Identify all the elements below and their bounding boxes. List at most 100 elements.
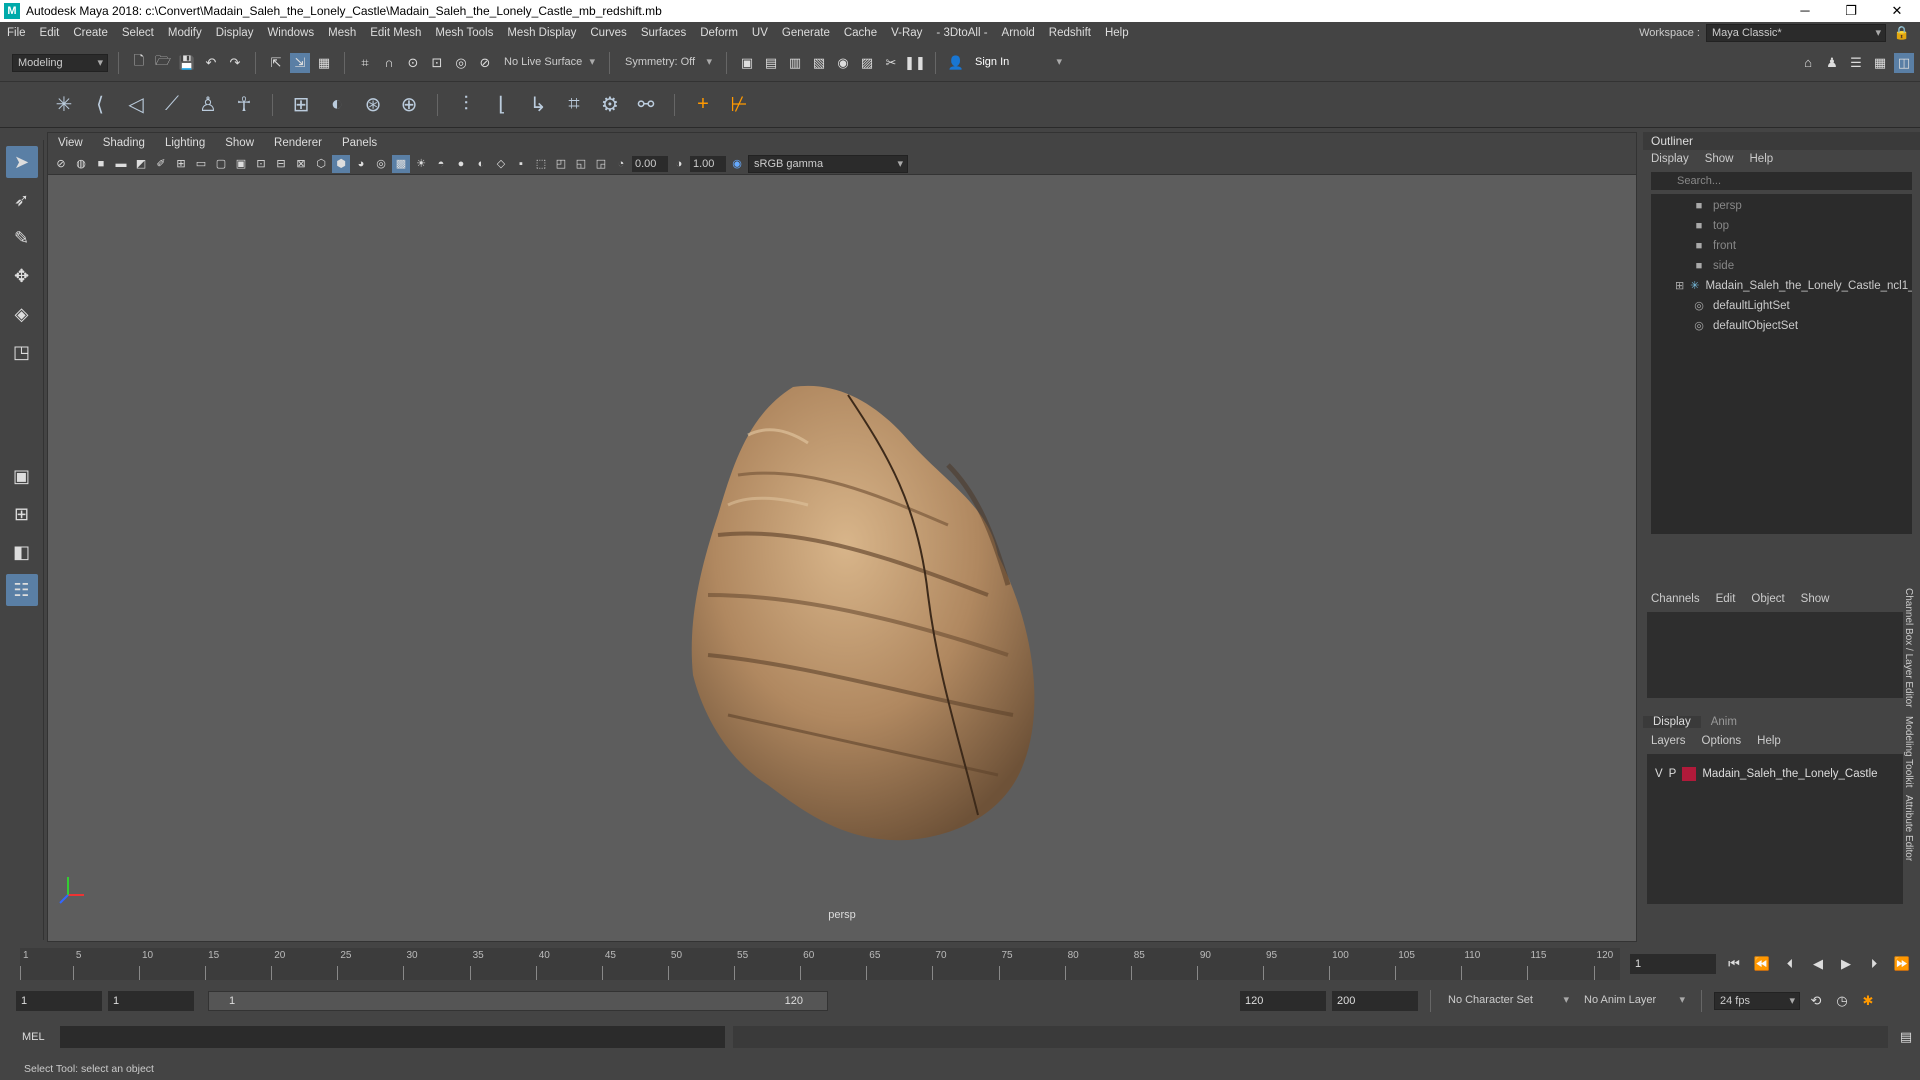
ik-spline-icon[interactable]: ◁ xyxy=(122,91,150,119)
xray-components-icon[interactable]: ◲ xyxy=(592,155,610,173)
lock-icon[interactable]: 🔒 xyxy=(1892,23,1912,43)
redshift-render-icon[interactable]: ✂ xyxy=(881,53,901,73)
menu-cache[interactable]: Cache xyxy=(837,27,884,39)
render-view-icon[interactable]: ▥ xyxy=(785,53,805,73)
select-tool-icon[interactable]: ➤ xyxy=(5,146,38,178)
channel-box-icon[interactable]: ▦ xyxy=(1870,53,1890,73)
single-perspective-layout-icon[interactable]: ▣ xyxy=(6,460,38,492)
menu-curves[interactable]: Curves xyxy=(583,27,633,39)
paint-select-tool-icon[interactable]: ✎ xyxy=(6,222,38,254)
menu-vray[interactable]: V-Ray xyxy=(884,27,929,39)
layer-menu-layers[interactable]: Layers xyxy=(1643,735,1694,747)
rock-model[interactable] xyxy=(48,175,1636,941)
tab-display[interactable]: Display xyxy=(1643,716,1701,728)
shadows-icon[interactable]: ◓ xyxy=(432,155,450,173)
wireframe-icon[interactable]: ⬡ xyxy=(312,155,330,173)
play-forward-icon[interactable]: ▶ xyxy=(1836,954,1856,974)
menu-3dtoall[interactable]: - 3DtoAll - xyxy=(929,27,994,39)
anim-prefs-icon[interactable]: ✱ xyxy=(1858,991,1878,1011)
anim-layer-select[interactable]: No Anim Layer xyxy=(1579,992,1689,1010)
menu-surfaces[interactable]: Surfaces xyxy=(634,27,693,39)
safe-action-icon[interactable]: ⊟ xyxy=(272,155,290,173)
exposure-icon[interactable]: ◔ xyxy=(612,155,630,173)
menu-set-select[interactable]: Modeling xyxy=(12,53,108,72)
use-all-lights-icon[interactable]: ☀ xyxy=(412,155,430,173)
snap-point-icon[interactable]: ⊙ xyxy=(403,53,423,73)
camera-select-icon[interactable]: ⊘ xyxy=(52,155,70,173)
lattice-icon[interactable]: ⊞ xyxy=(287,91,315,119)
attribute-editor-icon[interactable]: ♟ xyxy=(1822,53,1842,73)
color-management-icon[interactable]: ◉ xyxy=(728,155,746,173)
new-scene-icon[interactable]: 🗋 xyxy=(129,53,149,73)
outliner-layout-icon[interactable]: ☷ xyxy=(5,574,38,606)
snap-curve-icon[interactable]: ∩ xyxy=(379,53,399,73)
ik-handle-icon[interactable]: ⟨ xyxy=(86,91,114,119)
outliner-item-defaultlightset[interactable]: ◎ defaultLightSet xyxy=(1651,296,1912,316)
viewport-menu-panels[interactable]: Panels xyxy=(332,137,387,149)
redo-icon[interactable]: ↷ xyxy=(225,53,245,73)
gate-mask-icon[interactable]: ▣ xyxy=(232,155,250,173)
fps-select[interactable]: 24 fps xyxy=(1714,992,1800,1010)
auto-key-icon[interactable]: ◷ xyxy=(1832,991,1852,1011)
isolate-select-icon[interactable]: ⬚ xyxy=(532,155,550,173)
viewport-menu-view[interactable]: View xyxy=(48,137,93,149)
parent-constraint-icon[interactable]: + xyxy=(689,91,717,119)
menu-select[interactable]: Select xyxy=(115,27,161,39)
layer-color-swatch[interactable] xyxy=(1682,767,1697,781)
time-ruler[interactable]: 1 5 10 15 20 25 30 35 40 45 50 55 60 65 70 75 80 85 90 95 10… xyxy=(20,948,1620,980)
ipr-render-icon[interactable]: ▧ xyxy=(809,53,829,73)
viewport-menu-show[interactable]: Show xyxy=(215,137,264,149)
smooth-bind-icon[interactable]: ⌊ xyxy=(488,91,516,119)
outliner-item-persp[interactable]: ■ persp xyxy=(1651,196,1912,216)
camera-attributes-icon[interactable]: ◍ xyxy=(72,155,90,173)
menu-edit-mesh[interactable]: Edit Mesh xyxy=(363,27,428,39)
snap-surface-icon[interactable]: ◎ xyxy=(451,53,471,73)
gamma-field[interactable]: 1.00 xyxy=(690,155,726,172)
undo-icon[interactable]: ↶ xyxy=(201,53,221,73)
outliner-menu-display[interactable]: Display xyxy=(1643,153,1697,165)
menu-modify[interactable]: Modify xyxy=(161,27,209,39)
snap-grid-icon[interactable]: ⌗ xyxy=(355,53,375,73)
symmetry-select[interactable]: Symmetry: Off xyxy=(620,53,716,72)
menu-mesh-display[interactable]: Mesh Display xyxy=(500,27,583,39)
field-chart-icon[interactable]: ⊡ xyxy=(252,155,270,173)
modeling-toolkit-icon[interactable]: ⌂ xyxy=(1798,53,1818,73)
textured-icon[interactable]: ▩ xyxy=(392,154,410,173)
current-frame-field[interactable]: 1 xyxy=(1630,954,1716,974)
move-tool-icon[interactable]: ✥ xyxy=(6,260,38,292)
layer-visibility-toggle[interactable]: V xyxy=(1655,768,1663,780)
ik-spring-icon[interactable]: ⟋ xyxy=(158,91,186,119)
layer-menu-options[interactable]: Options xyxy=(1694,735,1750,747)
depth-of-field-icon[interactable]: ▪ xyxy=(512,155,530,173)
mirror-weights-icon[interactable]: ⌗ xyxy=(560,91,588,119)
maximize-button[interactable]: ❐ xyxy=(1828,3,1874,19)
safe-title-icon[interactable]: ⊠ xyxy=(292,155,310,173)
save-scene-icon[interactable]: 💾 xyxy=(177,53,197,73)
menu-redshift[interactable]: Redshift xyxy=(1042,27,1098,39)
cluster-icon[interactable]: ⊕ xyxy=(395,91,423,119)
default-material-icon[interactable]: ◕ xyxy=(352,155,370,173)
outliner-item-model[interactable]: ⊞ ✳ Madain_Saleh_the_Lonely_Castle_ncl1_1 xyxy=(1651,276,1912,296)
playback-end-field[interactable]: 120 xyxy=(1240,991,1326,1011)
menu-uv[interactable]: UV xyxy=(745,27,775,39)
loop-icon[interactable]: ⟲ xyxy=(1806,991,1826,1011)
smooth-shade-icon[interactable]: ⬢ xyxy=(332,154,350,173)
go-to-start-icon[interactable]: ⏮ xyxy=(1724,954,1744,974)
grease-pencil-icon[interactable]: ✐ xyxy=(152,155,170,173)
detach-skin-icon[interactable]: ⚯ xyxy=(632,91,660,119)
anti-aliasing-icon[interactable]: ◇ xyxy=(492,155,510,173)
bind-skin-icon[interactable]: ⫶ xyxy=(452,91,480,119)
outliner-item-top[interactable]: ■ top xyxy=(1651,216,1912,236)
joint-tool-icon[interactable]: ✳ xyxy=(50,91,78,119)
bookmark-icon[interactable]: ■ xyxy=(92,155,110,173)
exposure-field[interactable]: 0.00 xyxy=(632,155,668,172)
minimize-button[interactable]: ─ xyxy=(1782,3,1828,19)
rotate-tool-icon[interactable]: ◈ xyxy=(6,298,38,330)
command-language-label[interactable]: MEL xyxy=(22,1031,52,1043)
wireframe-on-shaded-icon[interactable]: ◎ xyxy=(372,155,390,173)
menu-help[interactable]: Help xyxy=(1098,27,1136,39)
snap-view-icon[interactable]: ⊡ xyxy=(427,53,447,73)
color-space-select[interactable]: sRGB gamma xyxy=(748,154,908,173)
render-region-icon[interactable]: ▤ xyxy=(761,53,781,73)
sign-in-button[interactable]: Sign In xyxy=(970,53,1066,72)
